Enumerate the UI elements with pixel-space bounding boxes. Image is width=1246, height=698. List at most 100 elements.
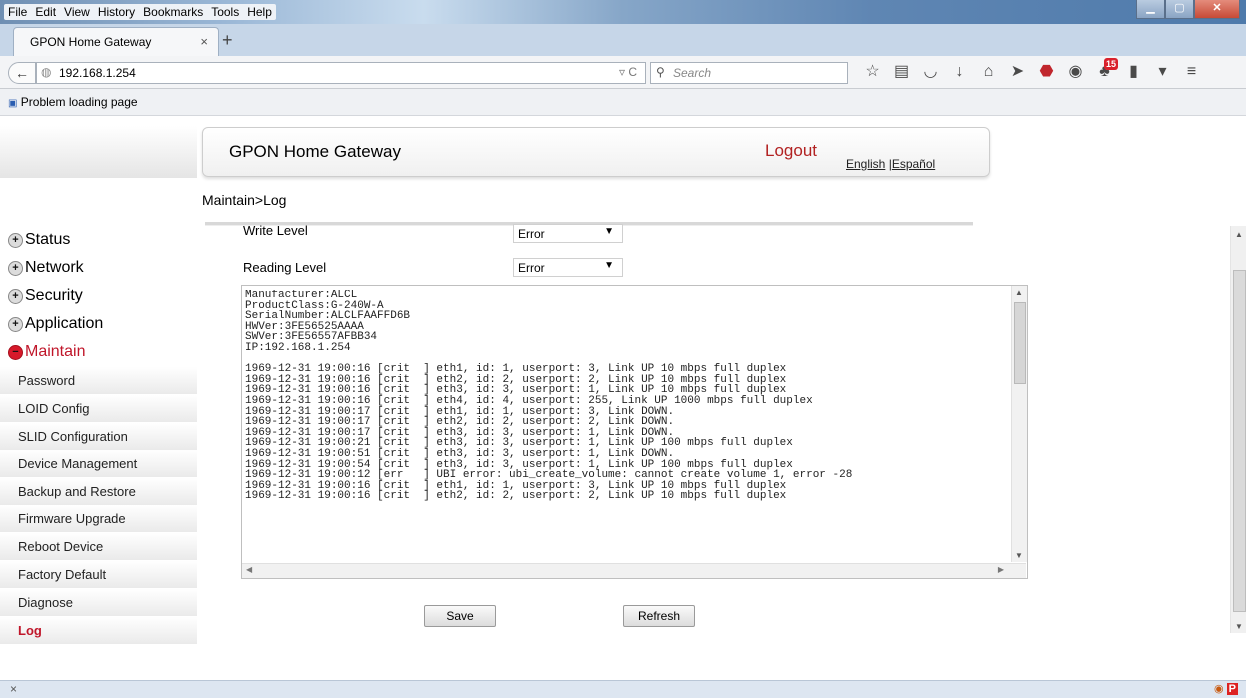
- menu-history[interactable]: History: [94, 4, 139, 20]
- chevron-down-icon: ▼: [604, 260, 614, 271]
- page-scrollbar[interactable]: ▲ ▼: [1230, 226, 1246, 633]
- menu-bar: File Edit View History Bookmarks Tools H…: [4, 4, 276, 20]
- status-addon-icons[interactable]: ◉ P: [1214, 682, 1238, 695]
- collapse-icon: −: [8, 344, 23, 360]
- nav-network[interactable]: + Network: [8, 259, 84, 277]
- scroll-down-icon[interactable]: ▼: [1235, 622, 1243, 631]
- pocket-icon[interactable]: ◡: [916, 62, 945, 82]
- sidebar-item-label: Reboot Device: [18, 539, 104, 554]
- window-controls: ▁ ▢ ✕: [1136, 0, 1240, 19]
- sidebar-item-diagnose[interactable]: Diagnose: [0, 589, 197, 616]
- badge-count: 15: [1104, 58, 1119, 70]
- reload-icon[interactable]: ▿ C: [619, 65, 637, 79]
- sidebar-item-label: Factory Default: [18, 567, 107, 582]
- sidebar-item-firmware-upgrade[interactable]: Firmware Upgrade: [0, 505, 197, 532]
- url-bar[interactable]: ◍ 192.168.1.254 ▿ C: [36, 62, 646, 84]
- scroll-thumb[interactable]: [1014, 302, 1026, 384]
- scroll-up-icon[interactable]: ▲: [1015, 288, 1023, 297]
- page-scroll-thumb[interactable]: [1233, 270, 1246, 612]
- sidebar-item-factory-default[interactable]: Factory Default: [0, 561, 197, 588]
- chevron-down-icon: ▼: [604, 226, 614, 237]
- logout-link[interactable]: Logout: [765, 141, 817, 161]
- sidebar-item-reboot-device[interactable]: Reboot Device: [0, 533, 197, 560]
- chat-icon[interactable]: ◉: [1061, 62, 1090, 82]
- new-tab-button[interactable]: +: [222, 30, 233, 51]
- sidebar-item-label: Backup and Restore: [18, 484, 136, 499]
- url-text: 192.168.1.254: [59, 66, 136, 80]
- menu-tools[interactable]: Tools: [207, 4, 243, 20]
- menu-edit[interactable]: Edit: [31, 4, 60, 20]
- nav-application[interactable]: + Application: [8, 315, 103, 333]
- back-button[interactable]: ←: [8, 62, 36, 84]
- menu-file[interactable]: File: [4, 4, 31, 20]
- log-textarea[interactable]: Manufacturer:ALCL ProductClass:G-240W-A …: [241, 285, 1028, 579]
- status-bar: × ◉ P: [0, 680, 1246, 698]
- dropdown-icon[interactable]: ▾: [1148, 62, 1177, 82]
- sidebar-item-device-management[interactable]: Device Management: [0, 450, 197, 477]
- scroll-down-icon[interactable]: ▼: [1015, 551, 1023, 560]
- scroll-right-icon[interactable]: ▶: [998, 565, 1004, 574]
- download-icon[interactable]: ↓: [945, 62, 974, 82]
- nav-status[interactable]: + Status: [8, 231, 70, 249]
- nav-maintain[interactable]: − Maintain: [8, 343, 85, 361]
- home-icon[interactable]: ⌂: [974, 62, 1003, 82]
- save-button[interactable]: Save: [424, 605, 496, 627]
- reading-level-select[interactable]: Error ▼: [513, 258, 623, 277]
- search-placeholder: Search: [673, 66, 712, 80]
- scroll-left-icon[interactable]: ◀: [246, 565, 252, 574]
- extension-badge-icon[interactable]: ♣ 15: [1090, 58, 1119, 82]
- maximize-icon[interactable]: ▢: [1165, 0, 1194, 19]
- nav-label: Network: [25, 259, 84, 276]
- bookmark-star-icon[interactable]: ☆: [858, 62, 887, 82]
- hamburger-menu-icon[interactable]: ≡: [1177, 62, 1206, 82]
- nav-label: Security: [25, 287, 83, 304]
- expand-icon: +: [8, 316, 23, 332]
- scroll-up-icon[interactable]: ▲: [1235, 230, 1243, 239]
- sidebar-item-loid-config[interactable]: LOID Config: [0, 395, 197, 422]
- write-level-select[interactable]: Error ▼: [513, 224, 623, 243]
- sidebar-item-label: Log: [18, 623, 42, 638]
- menu-bookmarks[interactable]: Bookmarks: [139, 4, 207, 20]
- sidebar-item-label: Password: [18, 373, 76, 388]
- menu-help[interactable]: Help: [243, 4, 276, 20]
- bookmark-item[interactable]: ▣ Problem loading page: [8, 95, 138, 109]
- logo-area: [0, 126, 197, 178]
- minimize-icon[interactable]: ▁: [1136, 0, 1165, 19]
- tab-close-icon[interactable]: ×: [200, 34, 208, 49]
- sidebar-item-label: Firmware Upgrade: [18, 511, 126, 526]
- log-horizontal-scrollbar[interactable]: ◀ ▶: [242, 563, 1026, 578]
- expand-icon: +: [8, 260, 23, 276]
- write-level-value: Error: [518, 227, 545, 241]
- menu-view[interactable]: View: [60, 4, 94, 20]
- addon-icon[interactable]: ◉: [1214, 683, 1224, 695]
- adblock-icon[interactable]: ⬣: [1032, 62, 1061, 82]
- bookmarks-bar: ▣ Problem loading page: [0, 89, 1246, 116]
- log-text: Manufacturer:ALCL ProductClass:G-240W-A …: [245, 290, 853, 503]
- bookmarks-list-icon[interactable]: ▤: [887, 62, 916, 82]
- nav-label: Maintain: [25, 343, 86, 360]
- nav-security[interactable]: + Security: [8, 287, 83, 305]
- sidebar-item-label: Diagnose: [18, 595, 73, 610]
- sidebar-item-password[interactable]: Password: [0, 367, 197, 394]
- globe-icon[interactable]: ◍: [41, 65, 51, 79]
- tab-title: GPON Home Gateway: [30, 35, 152, 49]
- log-vertical-scrollbar[interactable]: ▲ ▼: [1011, 286, 1027, 562]
- close-icon[interactable]: ✕: [1194, 0, 1240, 19]
- lang-spanish-link[interactable]: Español: [892, 157, 935, 171]
- search-input[interactable]: ⚲ Search: [650, 62, 848, 84]
- expand-icon: +: [8, 288, 23, 304]
- bookmark-label: Problem loading page: [20, 95, 138, 109]
- sidebar-item-slid-configuration[interactable]: SLID Configuration: [0, 423, 197, 450]
- pinterest-icon[interactable]: P: [1226, 683, 1238, 695]
- sidebar-item-label: LOID Config: [18, 401, 90, 416]
- send-icon[interactable]: ➤: [1003, 62, 1032, 82]
- close-status-icon[interactable]: ×: [10, 682, 17, 696]
- sidebar-item-log[interactable]: Log: [0, 617, 197, 644]
- sidebar-item-label: Device Management: [18, 456, 138, 471]
- search-icon: ⚲: [656, 65, 665, 79]
- lang-english-link[interactable]: English: [846, 157, 885, 171]
- clipboard-icon[interactable]: ▮: [1119, 62, 1148, 82]
- tab-gpon[interactable]: GPON Home Gateway ×: [13, 27, 219, 57]
- refresh-button[interactable]: Refresh: [623, 605, 695, 627]
- sidebar-item-backup-restore[interactable]: Backup and Restore: [0, 478, 197, 505]
